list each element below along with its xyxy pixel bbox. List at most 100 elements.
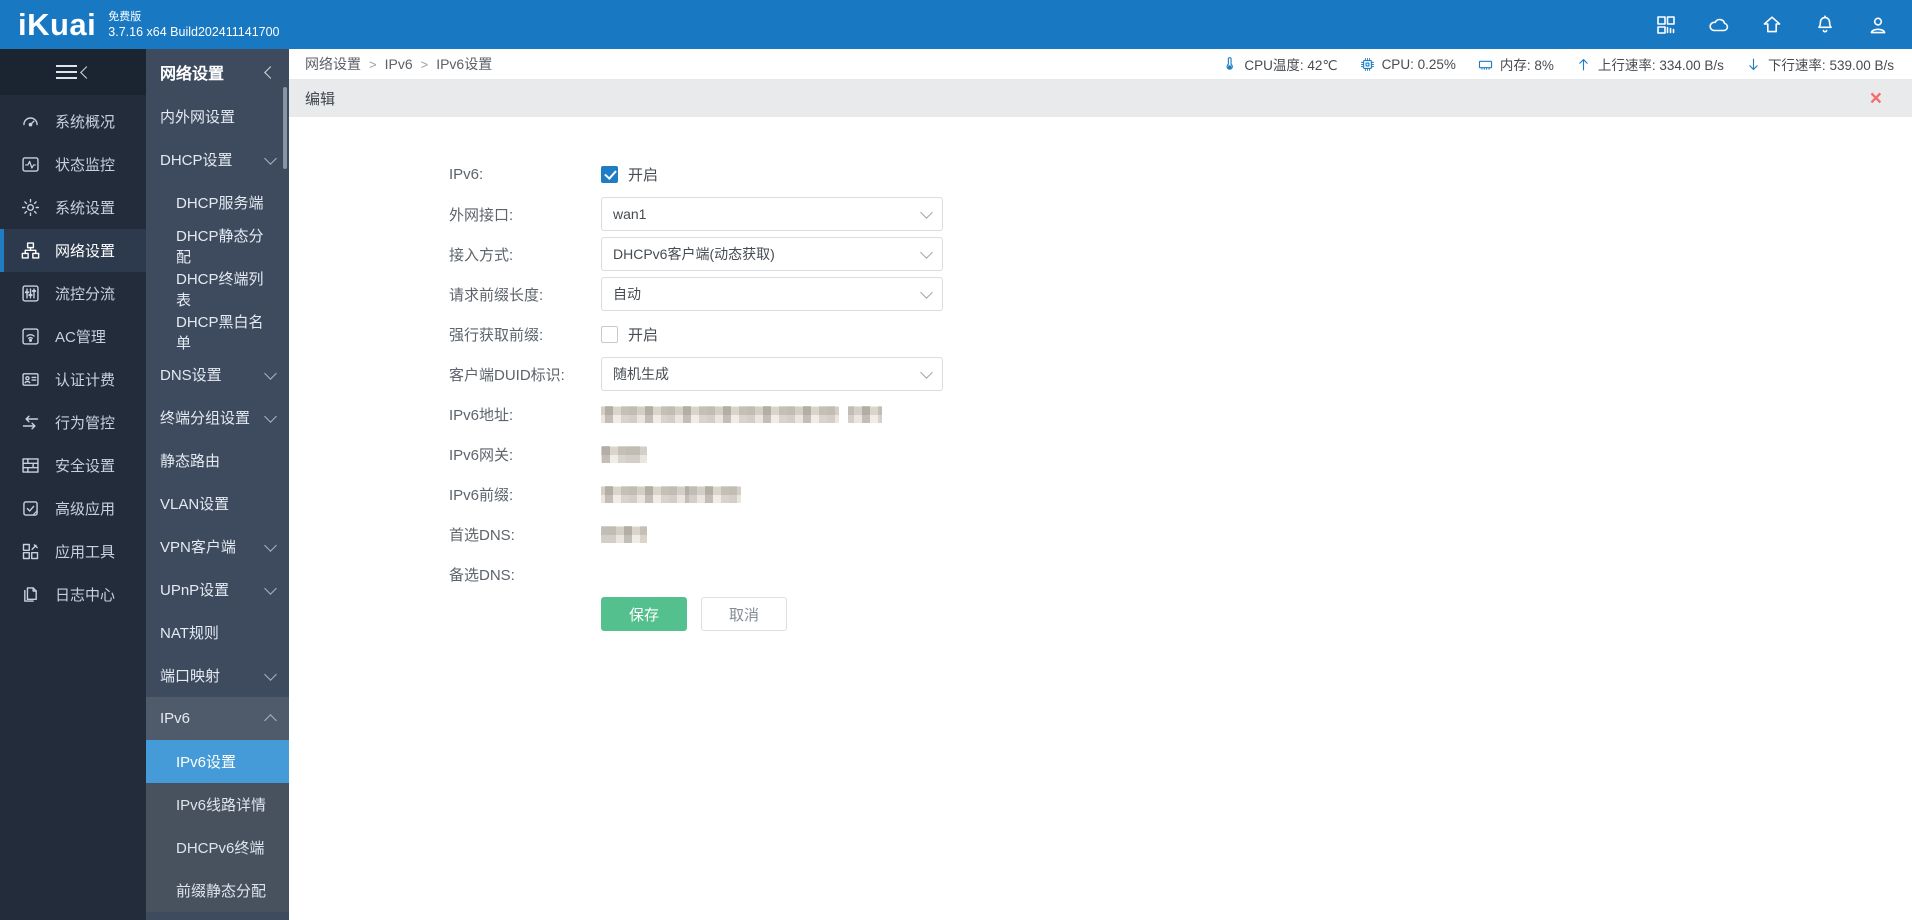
form-label: 备选DNS: <box>449 566 515 584</box>
sidebar-item-network[interactable]: 网络设置 <box>0 229 146 272</box>
form-control <box>601 405 891 423</box>
submenu-item[interactable]: DNS设置 <box>146 353 289 396</box>
gauge-icon <box>20 111 41 132</box>
breadcrumb-item[interactable]: IPv6 <box>385 56 413 72</box>
hamburger-icon <box>55 65 77 79</box>
submenu-item-label: DHCP设置 <box>160 152 233 169</box>
select-value: 自动 <box>613 286 641 302</box>
ikuai-logo: iKuai <box>18 6 97 42</box>
breadcrumb: 网络设置 > IPv6 > IPv6设置 <box>305 54 492 74</box>
breadcrumb-separator: > <box>369 56 377 72</box>
form-row: IPv6: 开启 <box>289 157 1912 191</box>
submenu-item-label: IPv6线路详情 <box>176 797 267 814</box>
status-item: CPU温度: 42℃ <box>1221 54 1338 74</box>
sidebar-item-label: 流控分流 <box>55 286 116 303</box>
submenu-item-label: 静态路由 <box>160 453 221 470</box>
breadcrumb-item[interactable]: IPv6设置 <box>436 54 492 74</box>
form-row: 外网接口: wan1 <box>289 197 1912 231</box>
breadcrumb-item[interactable]: 网络设置 <box>305 54 361 74</box>
checkbox-label: 开启 <box>628 326 659 344</box>
sidebar-item-label: 日志中心 <box>55 587 116 604</box>
checkbox-checked[interactable] <box>601 165 618 183</box>
cancel-button[interactable]: 取消 <box>701 597 787 631</box>
save-button[interactable]: 保存 <box>601 597 687 631</box>
sidebar-item-wifi[interactable]: AC管理 <box>0 315 146 358</box>
submenu-item[interactable]: IPv6 <box>146 697 289 740</box>
sidebar-item-gauge[interactable]: 系统概况 <box>0 100 146 143</box>
submenu-item[interactable]: 前缀静态分配 <box>146 869 289 912</box>
sidebar-item-idcard[interactable]: 认证计费 <box>0 358 146 401</box>
menu-collapse-button[interactable] <box>0 49 146 95</box>
doc-check-icon <box>20 498 41 519</box>
sidebar-item-wall[interactable]: 安全设置 <box>0 444 146 487</box>
form-label: 首选DNS: <box>449 526 515 544</box>
form-row: 请求前缀长度: 自动 <box>289 277 1912 311</box>
sidebar-item-doc-check[interactable]: 高级应用 <box>0 487 146 530</box>
submenu-item[interactable]: DHCP终端列表 <box>146 267 289 310</box>
sidebar-item-label: 系统概况 <box>55 114 116 131</box>
status-text: 内存: 8% <box>1499 58 1554 73</box>
chevron-down-icon <box>920 366 933 379</box>
form-row: 首选DNS: <box>289 517 1912 551</box>
select-field[interactable]: DHCPv6客户端(动态获取) <box>601 237 943 271</box>
status-item: CPU: 0.25% <box>1359 56 1456 73</box>
checkbox[interactable] <box>601 325 618 343</box>
submenu-item[interactable]: 内外网设置 <box>146 95 289 138</box>
submenu-item[interactable]: DHCP黑白名单 <box>146 310 289 353</box>
select-field[interactable]: 自动 <box>601 277 943 311</box>
sidebar-item-label: 认证计费 <box>55 372 116 389</box>
select-field[interactable]: 随机生成 <box>601 357 943 391</box>
form-label: IPv6网关: <box>449 446 514 464</box>
submenu-item[interactable]: DHCP静态分配 <box>146 224 289 267</box>
form-row: IPv6网关: <box>289 437 1912 471</box>
sidebar-item-arrows[interactable]: 行为管控 <box>0 401 146 444</box>
submenu-item[interactable]: IPv6设置 <box>146 740 289 783</box>
form-label: 客户端DUID标识: <box>449 366 565 384</box>
submenu-item[interactable]: VPN客户端 <box>146 525 289 568</box>
chevron-down-icon <box>920 246 933 259</box>
status-text: 下行速率: 539.00 B/s <box>1767 58 1894 73</box>
close-icon[interactable]: × <box>1870 88 1882 109</box>
submenu-item[interactable]: IPv6线路详情 <box>146 783 289 826</box>
submenu-item-label: DHCP服务端 <box>176 195 264 212</box>
submenu-item[interactable]: NAT规则 <box>146 611 289 654</box>
submenu-item[interactable]: VLAN设置 <box>146 482 289 525</box>
sidebar-item-app-tools[interactable]: 应用工具 <box>0 530 146 573</box>
submenu-collapse-icon[interactable] <box>264 65 277 79</box>
chevron-down-icon <box>920 286 933 299</box>
form-label: IPv6前缀: <box>449 486 514 504</box>
bell-icon[interactable] <box>1813 13 1837 37</box>
gear-icon <box>20 197 41 218</box>
submenu-item[interactable]: 静态路由 <box>146 439 289 482</box>
submenu-list: 内外网设置 DHCP设置 DHCP服务端 DHCP静态分配 DHCP终端列表 DHCP黑白… <box>146 95 289 912</box>
user-icon[interactable] <box>1866 13 1890 37</box>
submenu-item-label: 内外网设置 <box>160 109 236 126</box>
chevron-down-icon <box>264 409 277 423</box>
submenu-item[interactable]: 终端分组设置 <box>146 396 289 439</box>
submenu-item[interactable]: DHCP设置 <box>146 138 289 181</box>
sidebar-item-label: 状态监控 <box>55 157 116 174</box>
submenu-item-label: IPv6 <box>160 710 191 727</box>
redacted-value <box>601 445 647 463</box>
sidebar-item-logs[interactable]: 日志中心 <box>0 573 146 616</box>
sidebar-item-sliders[interactable]: 流控分流 <box>0 272 146 315</box>
cloud-icon[interactable] <box>1707 13 1731 37</box>
select-field[interactable]: wan1 <box>601 197 943 231</box>
cpu-icon <box>1359 56 1376 73</box>
submenu-scrollbar[interactable] <box>283 87 287 169</box>
edit-panel-header: 编辑 × <box>289 80 1912 117</box>
chevron-down-icon <box>264 366 277 380</box>
submenu-item[interactable]: DHCP服务端 <box>146 181 289 224</box>
apps-icon[interactable] <box>1654 13 1678 37</box>
home-icon[interactable] <box>1760 13 1784 37</box>
submenu-item-label: 终端分组设置 <box>160 410 251 427</box>
submenu-item[interactable]: UPnP设置 <box>146 568 289 611</box>
submenu-item-label: DHCP黑白名单 <box>176 313 264 352</box>
form-row: IPv6前缀: <box>289 477 1912 511</box>
sidebar-item-label: AC管理 <box>55 329 106 346</box>
checkbox-field: 开启 <box>601 164 658 185</box>
submenu-item[interactable]: DHCPv6终端 <box>146 826 289 869</box>
sidebar-item-monitor[interactable]: 状态监控 <box>0 143 146 186</box>
sidebar-item-gear[interactable]: 系统设置 <box>0 186 146 229</box>
submenu-item[interactable]: 端口映射 <box>146 654 289 697</box>
